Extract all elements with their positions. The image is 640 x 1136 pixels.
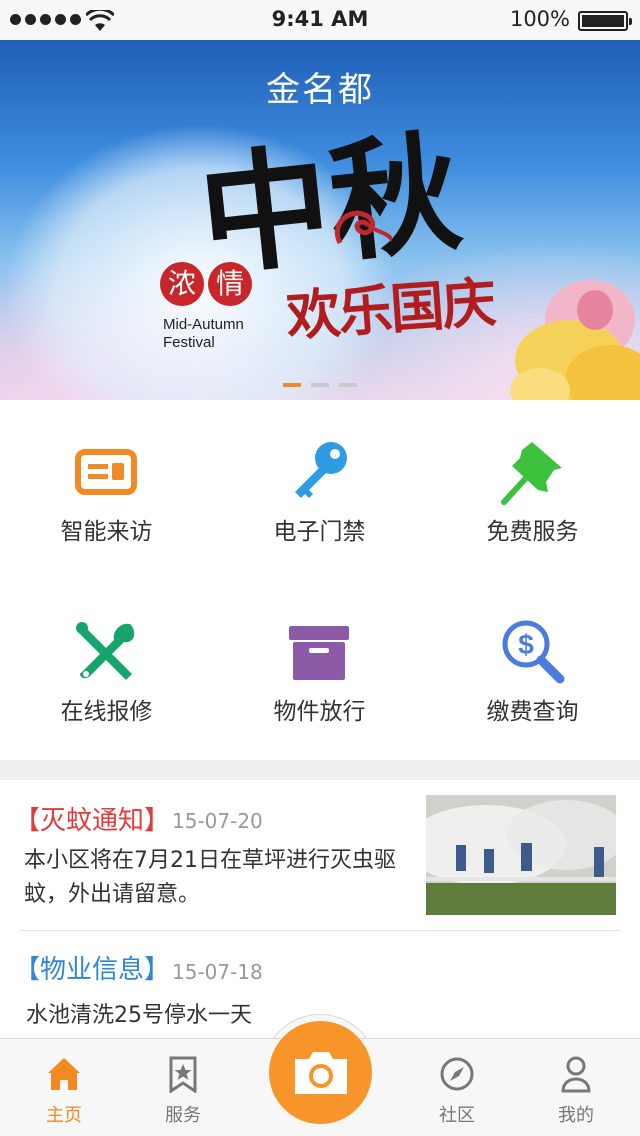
- dollar-search-icon: $: [502, 620, 565, 684]
- badge-char: 浓: [160, 262, 204, 306]
- page-dot[interactable]: [311, 383, 329, 387]
- feature-e-access[interactable]: 电子门禁: [213, 400, 426, 580]
- tab-home[interactable]: 主页: [14, 1039, 114, 1136]
- cloud-swirl-icon: [335, 210, 392, 245]
- news-tag: 【物业信息】: [14, 955, 171, 985]
- tab-label: 服务: [165, 1105, 201, 1126]
- battery-icon: [578, 11, 632, 31]
- feature-free-service[interactable]: 免费服务: [426, 400, 639, 580]
- bookmark-star-icon: [169, 1056, 197, 1093]
- feature-grid: 智能来访 电子门禁 免费服务 在线报修 物件放行 $ 缴费查询: [0, 400, 640, 760]
- svg-text:$: $: [518, 629, 534, 660]
- tab-label: 主页: [46, 1105, 82, 1126]
- banner-calligraphy-sub: 欢乐国庆: [284, 269, 497, 349]
- feature-label: 免费服务: [486, 519, 579, 545]
- banner-english-line1: Mid-Autumn: [163, 316, 244, 333]
- tab-label: 社区: [439, 1105, 475, 1126]
- pushpin-icon: [501, 442, 562, 505]
- fumigation-photo: [426, 795, 616, 915]
- news-tag: 【灭蚊通知】: [14, 806, 171, 836]
- feature-label: 在线报修: [60, 699, 153, 725]
- tab-community[interactable]: 社区: [407, 1039, 507, 1136]
- compass-icon: [440, 1057, 474, 1091]
- banner-english-text: Mid-Autumn Festival: [163, 316, 244, 352]
- feature-label: 智能来访: [60, 519, 153, 545]
- news-item[interactable]: 【灭蚊通知】 15-07-20 本小区将在7月21日在草坪进行灭虫驱蚊，外出请留…: [0, 780, 640, 930]
- news-date: 15-07-20: [172, 809, 263, 833]
- tab-label: 我的: [558, 1105, 594, 1126]
- lotus-flowers-decoration: [510, 280, 640, 400]
- feature-label: 缴费查询: [486, 699, 579, 725]
- feature-label: 物件放行: [273, 699, 366, 725]
- wrench-screwdriver-icon: [76, 622, 135, 680]
- news-body: 水池清洗25号停水一天: [26, 1003, 252, 1028]
- home-icon: [48, 1058, 80, 1090]
- badge-nongqing: 浓 情: [160, 262, 252, 306]
- feature-item-release[interactable]: 物件放行: [213, 580, 426, 760]
- person-icon: [561, 1056, 591, 1093]
- page-dot-active[interactable]: [283, 383, 301, 387]
- feature-label: 电子门禁: [273, 519, 366, 545]
- box-icon: [289, 626, 349, 680]
- news-list: 【灭蚊通知】 15-07-20 本小区将在7月21日在草坪进行灭虫驱蚊，外出请留…: [0, 780, 640, 1040]
- banner-page-indicator: [283, 383, 357, 387]
- news-date: 15-07-18: [172, 960, 263, 984]
- badge-char: 情: [208, 262, 252, 306]
- promo-banner[interactable]: 金名都 中秋 欢乐国庆 浓 情 Mid-Autumn Festival: [0, 40, 640, 400]
- section-divider: [0, 760, 640, 780]
- status-bar: 9:41 AM 100%: [0, 0, 640, 40]
- tab-mine[interactable]: 我的: [526, 1039, 626, 1136]
- feature-online-repair[interactable]: 在线报修: [0, 580, 213, 760]
- news-thumbnail: [426, 795, 616, 915]
- feature-payment-query[interactable]: $ 缴费查询: [426, 580, 639, 760]
- feature-smart-visitor[interactable]: 智能来访: [0, 400, 213, 580]
- tab-services[interactable]: 服务: [133, 1039, 233, 1136]
- visitor-card-icon: [75, 449, 137, 495]
- camera-button[interactable]: [269, 1021, 372, 1124]
- camera-icon: [295, 1052, 347, 1094]
- news-body: 本小区将在7月21日在草坪进行灭虫驱蚊，外出请留意。: [24, 848, 396, 907]
- banner-english-line2: Festival: [163, 334, 215, 351]
- community-name: 金名都: [266, 70, 374, 110]
- key-icon: [295, 442, 347, 498]
- page-dot[interactable]: [339, 383, 357, 387]
- battery-percentage: 100%: [509, 7, 570, 31]
